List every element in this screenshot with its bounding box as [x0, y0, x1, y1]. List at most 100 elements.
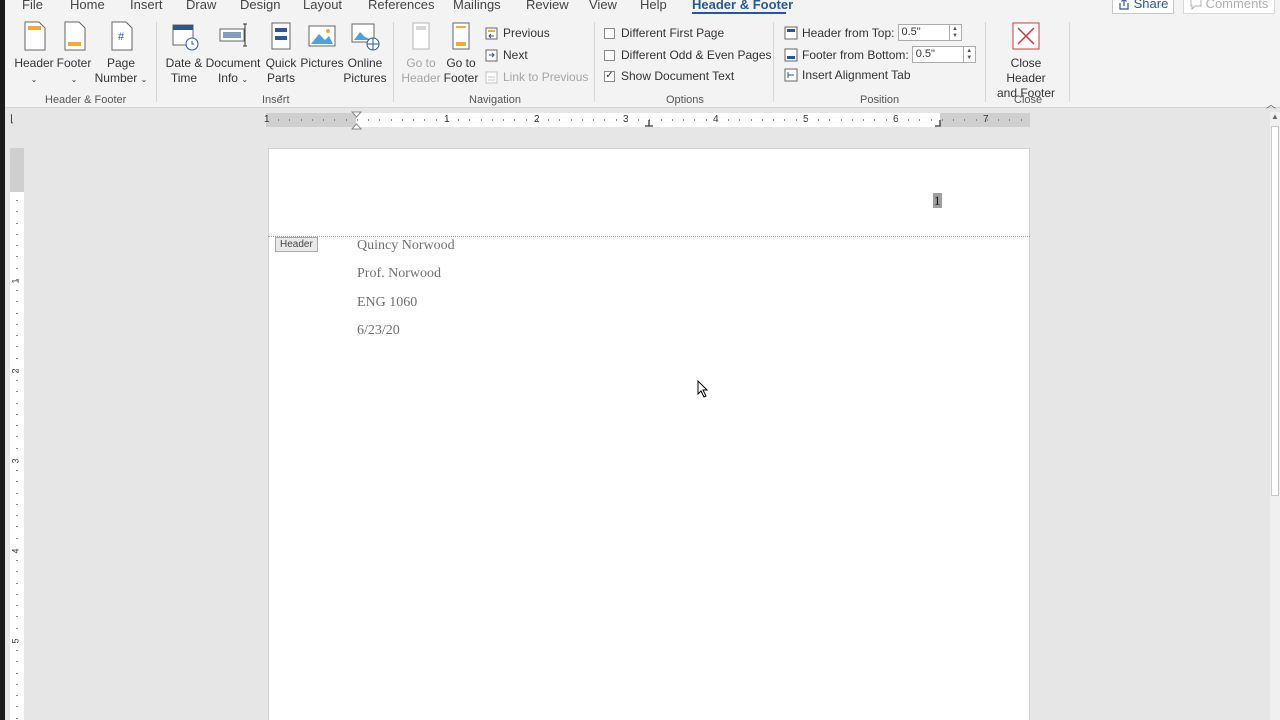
- ruler-tick: [739, 119, 740, 121]
- picture-icon: [308, 25, 336, 47]
- ruler-tick: [694, 119, 695, 121]
- ruler-tick: [852, 119, 853, 121]
- footer-from-bottom-input[interactable]: 0.5": [911, 46, 964, 63]
- collapse-ribbon-icon[interactable]: ︿: [1266, 96, 1280, 111]
- footer-button-label: Footer: [56, 56, 92, 70]
- indent-marker-icon[interactable]: [351, 111, 362, 131]
- ruler-tick: [964, 119, 965, 121]
- link-to-previous-label: Link to Previous: [503, 70, 589, 84]
- document-page[interactable]: [268, 148, 1030, 720]
- online-picture-icon: [351, 23, 380, 51]
- document-line[interactable]: 6/23/20: [357, 323, 400, 339]
- document-line[interactable]: Quincy Norwood: [357, 238, 455, 254]
- tab-references[interactable]: References: [368, 0, 434, 12]
- ruler-tick: [469, 119, 470, 121]
- different-first-page-checkbox[interactable]: Different First Page: [604, 26, 724, 40]
- comments-button[interactable]: Comments: [1183, 0, 1275, 14]
- quick-parts-button[interactable]: Quick Parts ⌄: [262, 20, 300, 102]
- ruler-tick: [582, 119, 583, 121]
- window-left-edge: [0, 0, 5, 720]
- page-number-label-1: Page: [106, 56, 136, 70]
- ruler-tick: [312, 119, 313, 121]
- ruler-tick: [16, 459, 18, 460]
- tab-file[interactable]: File: [22, 0, 43, 12]
- online-pictures-button[interactable]: Online Pictures: [343, 20, 387, 86]
- checkbox-box: [604, 49, 615, 61]
- header-button-label: Header: [14, 56, 54, 70]
- different-odd-even-checkbox[interactable]: Different Odd & Even Pages: [604, 48, 772, 62]
- tab-draw[interactable]: Draw: [186, 0, 216, 12]
- document-line[interactable]: Prof. Norwood: [357, 266, 441, 282]
- document-info-label-1: Document: [205, 56, 261, 70]
- right-tab-stop-icon[interactable]: [934, 119, 944, 128]
- page-number-label-2: Number: [94, 71, 138, 85]
- page-number-button[interactable]: # Page Number ⌄: [94, 20, 148, 87]
- ruler-tick: [346, 119, 347, 121]
- ruler-tick: [16, 628, 18, 629]
- ruler-tick: [16, 560, 18, 561]
- tab-home[interactable]: Home: [70, 0, 105, 12]
- footer-position-icon: [784, 48, 798, 61]
- different-first-page-label: Different First Page: [621, 26, 725, 40]
- tab-review[interactable]: Review: [526, 0, 569, 12]
- ruler-tick: [16, 583, 18, 584]
- ruler-tick: [807, 119, 808, 121]
- group-separator: [393, 22, 394, 102]
- header-from-top-spinner[interactable]: ▲ ▼: [949, 24, 962, 41]
- header-from-top-input[interactable]: 0.5": [897, 24, 950, 41]
- header-from-top-label: Header from Top:: [802, 25, 895, 40]
- link-to-previous-button[interactable]: Link to Previous: [485, 70, 588, 84]
- document-info-button[interactable]: Document Info ⌄: [205, 20, 261, 87]
- footer-from-bottom-label: Footer from Bottom:: [802, 47, 909, 62]
- ruler-tick: [16, 436, 18, 437]
- group-label-options: Options: [666, 94, 704, 106]
- online-pictures-label-2: Pictures: [343, 71, 387, 85]
- tab-insert[interactable]: Insert: [130, 0, 163, 12]
- ruler-tick: [16, 481, 18, 482]
- group-separator: [773, 22, 774, 102]
- different-odd-even-label: Different Odd & Even Pages: [621, 48, 772, 62]
- ruler-tick: [661, 119, 662, 121]
- ruler-tick: [323, 119, 324, 121]
- checkbox-box: [604, 27, 615, 39]
- tab-design[interactable]: Design: [240, 0, 280, 12]
- next-label: Next: [503, 48, 528, 62]
- footer-button[interactable]: Footer ⌄: [54, 20, 94, 87]
- ruler-tick: [627, 119, 628, 121]
- ruler-tick: [548, 119, 549, 121]
- ruler-tick: [436, 119, 437, 121]
- date-time-button[interactable]: Date & Time: [162, 20, 206, 86]
- tab-header-footer[interactable]: Header & Footer: [692, 0, 793, 12]
- ruler-tick: [773, 119, 774, 121]
- ruler-tick: [492, 119, 493, 121]
- footer-from-bottom-spinner[interactable]: ▲ ▼: [963, 46, 976, 63]
- go-to-header-button[interactable]: Go to Header: [400, 20, 442, 86]
- group-label-header-footer: Header & Footer: [45, 94, 127, 106]
- show-document-text-checkbox[interactable]: ✓ Show Document Text: [604, 69, 734, 83]
- document-line[interactable]: ENG 1060: [357, 295, 417, 311]
- tab-help[interactable]: Help: [640, 0, 667, 12]
- ruler-tick: [16, 639, 18, 640]
- scroll-up-icon[interactable]: ▲: [1271, 112, 1279, 121]
- header-page-number[interactable]: 1: [933, 193, 942, 208]
- tab-layout[interactable]: Layout: [303, 0, 342, 12]
- ruler-tick: [481, 119, 482, 121]
- previous-button[interactable]: Previous: [485, 26, 550, 40]
- ruler-tick: [931, 119, 932, 121]
- share-button[interactable]: Share: [1112, 0, 1174, 14]
- ruler-tick: [976, 119, 977, 121]
- ruler-tick: [16, 245, 18, 246]
- scrollbar-thumb[interactable]: [1271, 126, 1279, 496]
- tab-view[interactable]: View: [589, 0, 617, 12]
- header-button[interactable]: Header ⌄: [14, 20, 54, 87]
- share-icon: [1119, 0, 1129, 10]
- checkmark-icon: ✓: [604, 70, 615, 82]
- next-button[interactable]: Next: [485, 48, 528, 62]
- tab-selector-icon[interactable]: ⌊: [10, 114, 22, 126]
- close-header-footer-button[interactable]: Close Header and Footer: [990, 20, 1062, 101]
- center-tab-stop-icon[interactable]: [644, 119, 654, 128]
- pictures-button[interactable]: Pictures: [300, 20, 344, 71]
- tab-mailings[interactable]: Mailings: [453, 0, 501, 12]
- insert-alignment-tab-button[interactable]: Insert Alignment Tab: [784, 68, 911, 82]
- go-to-footer-button[interactable]: Go to Footer: [440, 20, 482, 86]
